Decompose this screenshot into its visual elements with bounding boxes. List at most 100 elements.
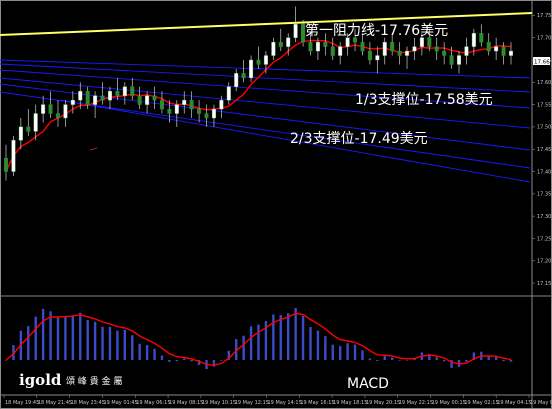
macd-bar bbox=[101, 326, 104, 360]
macd-bar bbox=[376, 360, 379, 361]
macd-bar bbox=[41, 308, 45, 360]
candle bbox=[315, 41, 320, 52]
candle bbox=[249, 59, 254, 79]
time-tick-label: 18 May 19:45 bbox=[5, 400, 39, 406]
candle bbox=[457, 55, 462, 65]
chart-border bbox=[0, 0, 552, 409]
candle bbox=[3, 157, 8, 172]
macd-bar bbox=[220, 360, 223, 361]
price-axis: 17.7517.7017.6517.6017.5517.5017.4517.40… bbox=[532, 13, 551, 287]
candle bbox=[412, 46, 417, 52]
trend-stub bbox=[89, 147, 98, 151]
macd-bar bbox=[383, 355, 386, 360]
price-tick-label: 17.20 bbox=[537, 259, 551, 265]
support2-annotation: 2/3支撑位-17.49美元 bbox=[290, 131, 428, 147]
candle bbox=[464, 46, 469, 56]
time-tick-label: 19 May 18:15 bbox=[333, 400, 367, 406]
candle bbox=[41, 104, 46, 114]
macd-bar bbox=[138, 343, 141, 360]
price-chart[interactable]: 17.7517.7017.6517.6017.5517.5017.4517.40… bbox=[0, 0, 552, 409]
time-tick-label: 19 May 01:45 bbox=[103, 400, 137, 406]
candle bbox=[471, 33, 476, 47]
macd-bar bbox=[301, 316, 305, 360]
candle bbox=[397, 50, 402, 56]
candle bbox=[449, 55, 454, 65]
candle bbox=[55, 113, 60, 119]
candle bbox=[234, 73, 239, 87]
candle bbox=[107, 91, 112, 101]
macd-indicator bbox=[4, 308, 513, 370]
price-tick-label: 17.45 bbox=[537, 147, 551, 153]
candle bbox=[501, 46, 506, 56]
macd-bar bbox=[183, 358, 186, 360]
macd-bar bbox=[93, 321, 97, 360]
macd-bar bbox=[123, 329, 127, 360]
macd-bar bbox=[116, 330, 119, 360]
macd-bar bbox=[27, 326, 30, 360]
channel-lines bbox=[0, 59, 531, 183]
candle bbox=[241, 73, 246, 79]
candle bbox=[278, 41, 283, 47]
macd-bar bbox=[279, 315, 282, 360]
macd-bar bbox=[131, 335, 134, 360]
macd-bar bbox=[502, 360, 505, 362]
candle bbox=[509, 50, 514, 56]
candle bbox=[152, 95, 157, 101]
logo-chinese: 頌 峰 貴 金 屬 bbox=[66, 375, 122, 387]
candle bbox=[308, 41, 313, 52]
candle bbox=[338, 46, 343, 56]
macd-bar bbox=[465, 360, 468, 362]
macd-label: MACD bbox=[347, 376, 389, 392]
time-tick-label: 19 May 20:15 bbox=[366, 400, 400, 406]
time-tick-label: 19 May 08:15 bbox=[169, 400, 203, 406]
macd-bar bbox=[294, 308, 297, 360]
macd-bar bbox=[509, 360, 513, 362]
time-tick-label: 19 May 02:15 bbox=[464, 400, 498, 406]
price-tick-label: 17.40 bbox=[537, 169, 551, 175]
macd-bar bbox=[331, 344, 334, 360]
candle bbox=[197, 108, 202, 114]
macd-bar bbox=[108, 326, 112, 360]
time-tick-label: 18 May 23:45 bbox=[71, 400, 105, 406]
macd-bar bbox=[71, 315, 75, 360]
time-axis: 18 May 19:4518 May 21:4518 May 23:4519 M… bbox=[3, 395, 552, 406]
resistance-line[interactable] bbox=[0, 12, 533, 36]
candle bbox=[360, 41, 365, 52]
macd-bar bbox=[361, 350, 364, 360]
candle bbox=[189, 99, 194, 110]
price-tick-label: 17.75 bbox=[537, 13, 551, 19]
time-tick-label: 19 May 12:15 bbox=[235, 400, 269, 406]
price-tick-label: 17.25 bbox=[537, 236, 551, 242]
macd-bar bbox=[287, 313, 290, 360]
candle bbox=[167, 108, 172, 114]
candle bbox=[271, 41, 276, 56]
macd-bar bbox=[442, 360, 446, 362]
candle bbox=[18, 126, 23, 141]
candle bbox=[174, 104, 179, 114]
candle bbox=[159, 99, 164, 110]
macd-bar bbox=[405, 360, 409, 361]
candle bbox=[479, 33, 484, 43]
price-tick-label: 17.50 bbox=[537, 125, 551, 131]
macd-bar bbox=[56, 316, 60, 360]
logo-brand: igold bbox=[19, 371, 62, 389]
candle bbox=[390, 41, 395, 52]
macd-bar bbox=[175, 360, 179, 362]
macd-bar bbox=[153, 348, 156, 360]
candle bbox=[33, 113, 38, 132]
time-tick-label: 19 May 06:15 bbox=[136, 400, 170, 406]
support1-annotation: 1/3支撑位-17.58美元 bbox=[355, 92, 493, 108]
candle bbox=[367, 50, 372, 61]
time-tick-label: 19 May 14:15 bbox=[268, 400, 302, 406]
price-tick-label: 17.15 bbox=[537, 281, 551, 287]
price-tick-label: 17.60 bbox=[537, 80, 551, 86]
macd-bar bbox=[346, 343, 349, 360]
candle bbox=[382, 41, 387, 56]
macd-bar bbox=[257, 324, 260, 360]
macd-bar bbox=[34, 316, 37, 360]
candle bbox=[48, 104, 53, 114]
candle bbox=[323, 41, 328, 47]
candle bbox=[100, 95, 105, 101]
candle bbox=[427, 37, 432, 47]
candle bbox=[286, 37, 291, 47]
